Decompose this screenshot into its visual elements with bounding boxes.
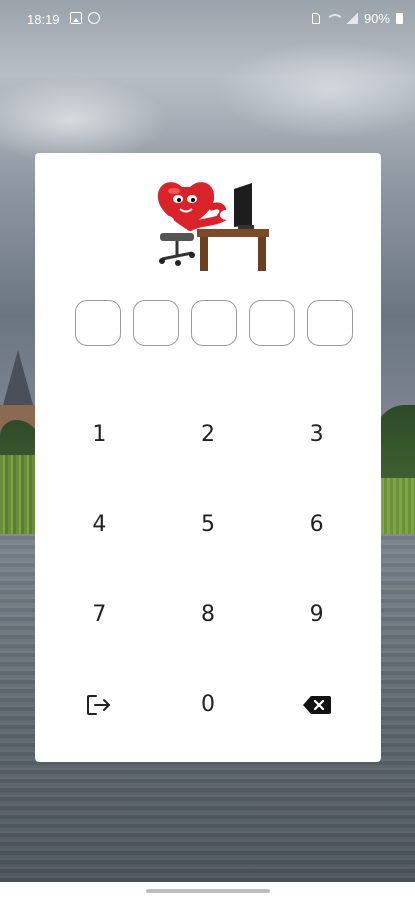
key-label: 2 [200,422,215,447]
key-6[interactable]: 6 [262,479,371,570]
status-bar: 18:19 90% [0,0,415,38]
battery-icon [396,13,403,24]
key-3[interactable]: 3 [262,389,371,480]
logout-icon [86,694,112,716]
pin-box-4[interactable] [249,300,295,346]
key-label: 9 [309,602,324,627]
key-1[interactable]: 1 [45,389,154,480]
gallery-icon [70,12,82,24]
key-7[interactable]: 7 [45,569,154,660]
key-5[interactable]: 5 [154,479,263,570]
signal-icon [345,13,358,24]
numeric-keypad: 1 2 3 4 5 6 7 8 9 0 [45,390,371,750]
reeds-right [375,478,415,534]
castle-tower [0,350,36,430]
key-0[interactable]: 0 [154,659,263,750]
reeds-left [0,455,40,535]
pin-code-boxes [75,300,353,346]
backspace-button[interactable] [262,659,371,750]
heart-mascot-at-desk-icon [152,177,272,272]
battery-percentage: 90% [363,11,390,26]
sync-icon [88,12,100,24]
status-time: 18:19 [27,12,60,27]
key-label: 3 [309,422,324,447]
pin-box-3[interactable] [191,300,237,346]
backspace-icon [302,695,332,715]
key-label: 6 [309,512,324,537]
pin-box-2[interactable] [133,300,179,346]
trees-right [375,405,415,480]
key-label: 5 [200,512,215,537]
key-label: 7 [92,602,107,627]
key-4[interactable]: 4 [45,479,154,570]
key-label: 8 [200,602,215,627]
key-2[interactable]: 2 [154,389,263,480]
sim-icon [311,13,320,24]
key-label: 1 [92,422,107,447]
pin-box-5[interactable] [307,300,353,346]
key-8[interactable]: 8 [154,569,263,660]
key-9[interactable]: 9 [262,569,371,660]
home-gesture-handle[interactable] [146,889,270,893]
key-label: 0 [200,692,215,717]
logout-button[interactable] [45,659,154,750]
pin-box-1[interactable] [75,300,121,346]
key-label: 4 [92,512,107,537]
pin-lock-dialog: 1 2 3 4 5 6 7 8 9 0 [35,153,381,762]
wifi-icon [325,13,344,24]
